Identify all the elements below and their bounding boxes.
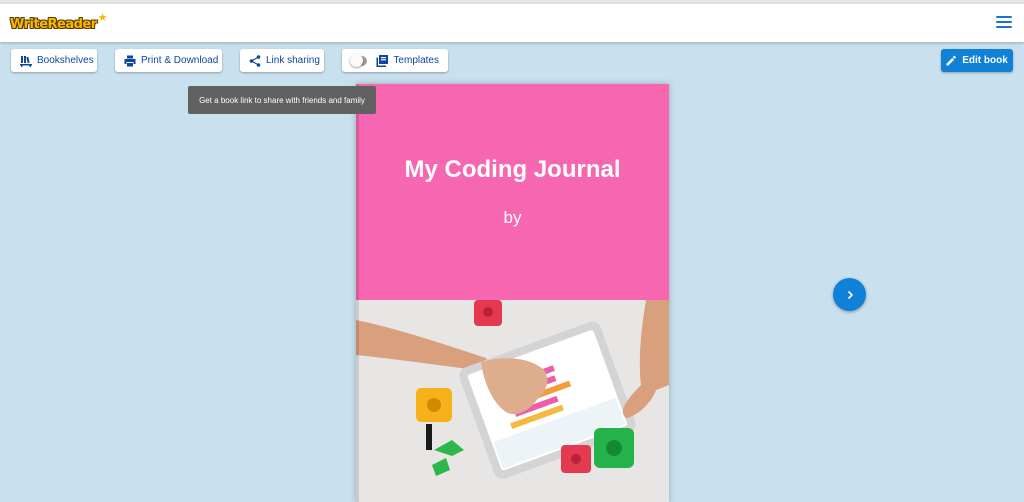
book-cover-photo — [356, 300, 669, 502]
logo-star-icon: ★ — [97, 11, 108, 24]
print-download-label: Print & Download — [141, 55, 219, 66]
print-download-button[interactable]: Print & Download — [115, 49, 222, 72]
book-cover-title-area — [356, 84, 669, 300]
edit-book-label: Edit book — [962, 55, 1008, 66]
logo-text: WriteReader — [10, 16, 97, 32]
app-header: WriteReader ★ — [0, 4, 1024, 42]
tooltip-text: Get a book link to share with friends an… — [199, 95, 365, 105]
hamburger-icon — [996, 16, 1012, 18]
pencil-icon — [946, 55, 957, 66]
menu-button[interactable] — [996, 16, 1012, 30]
share-icon — [249, 54, 261, 67]
book-byline: by — [503, 208, 522, 227]
printer-icon — [124, 55, 136, 66]
writereader-logo[interactable]: WriteReader ★ — [10, 11, 108, 35]
templates-toggle[interactable] — [349, 53, 368, 67]
chevron-right-icon — [847, 290, 853, 299]
bookshelves-icon — [20, 55, 32, 67]
book-cover[interactable]: My Coding Journal by — [356, 84, 669, 502]
templates-button[interactable]: Templates — [342, 49, 448, 72]
templates-label: Templates — [393, 55, 439, 66]
link-sharing-label: Link sharing — [266, 55, 320, 66]
book-spine — [356, 84, 359, 502]
link-sharing-tooltip: Get a book link to share with friends an… — [188, 86, 376, 114]
edit-book-button[interactable]: Edit book — [941, 49, 1013, 72]
bookshelves-label: Bookshelves — [37, 55, 94, 66]
bookshelves-button[interactable]: Bookshelves — [11, 49, 97, 72]
link-sharing-button[interactable]: Link sharing — [240, 49, 324, 72]
templates-icon — [376, 54, 389, 67]
book-title: My Coding Journal — [404, 156, 621, 183]
next-page-button[interactable] — [833, 278, 866, 311]
